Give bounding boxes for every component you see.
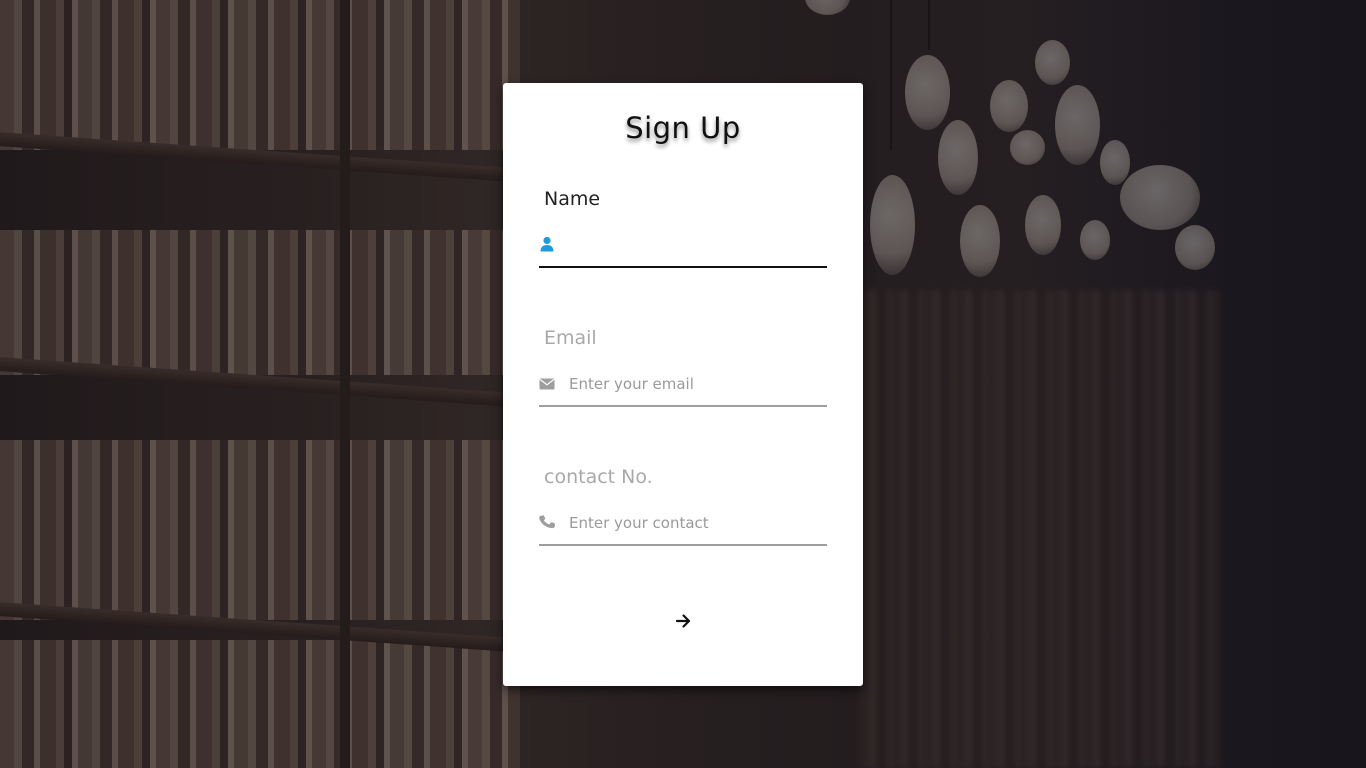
contact-input-row [539, 506, 827, 546]
email-input-row [539, 367, 827, 407]
email-input[interactable] [569, 371, 819, 397]
page-title: Sign Up [625, 111, 741, 145]
email-label: Email [544, 327, 597, 349]
envelope-icon [539, 378, 555, 390]
name-input-row [539, 228, 827, 268]
name-label: Name [544, 188, 601, 210]
name-input[interactable] [569, 232, 819, 258]
user-icon [540, 236, 554, 252]
submit-button[interactable] [667, 607, 699, 635]
signup-card: Sign Up Name Email contact No. [503, 83, 863, 686]
contact-input[interactable] [569, 510, 819, 536]
phone-icon [539, 515, 555, 529]
contact-label: contact No. [544, 466, 653, 488]
arrow-right-icon [675, 614, 691, 628]
